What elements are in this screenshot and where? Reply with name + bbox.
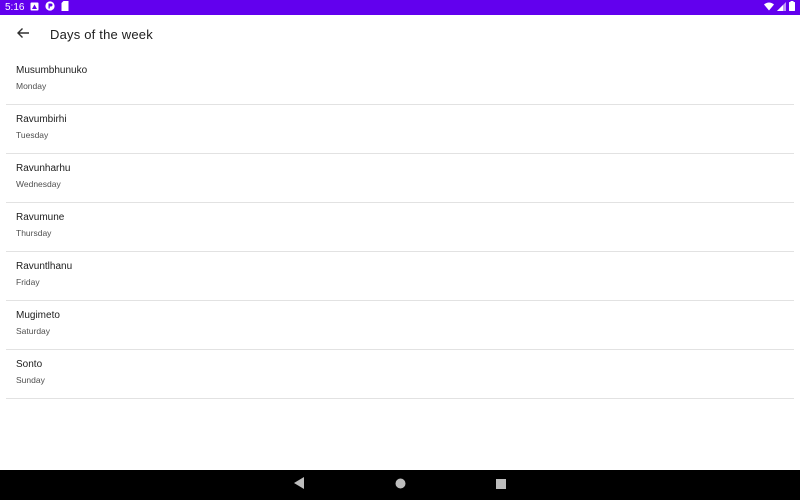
cell-signal-icon — [777, 1, 786, 14]
list-item-tuesday[interactable]: Ravumbirhi Tuesday — [6, 105, 794, 154]
list-item-sunday[interactable]: Sonto Sunday — [6, 350, 794, 399]
list-item-primary: Ravumbirhi — [16, 114, 67, 125]
list-item-primary: Mugimeto — [16, 310, 60, 321]
list-item-thursday[interactable]: Ravumune Thursday — [6, 203, 794, 252]
list-item-secondary: Sunday — [16, 375, 45, 385]
list-item-secondary: Wednesday — [16, 179, 61, 189]
list-item-wednesday[interactable]: Ravunharhu Wednesday — [6, 154, 794, 203]
arrow-back-icon — [16, 26, 30, 45]
days-list: Musumbhunuko Monday Ravumbirhi Tuesday R… — [0, 56, 800, 399]
list-item-secondary: Monday — [16, 81, 47, 91]
status-left: 5:16 — [5, 1, 69, 14]
system-nav-bar — [0, 470, 800, 500]
list-item-secondary: Friday — [16, 277, 40, 287]
list-item-saturday[interactable]: Mugimeto Saturday — [6, 301, 794, 350]
recents-square-icon — [496, 476, 506, 494]
app-notification-icon — [45, 1, 56, 14]
list-item-friday[interactable]: Ravuntlhanu Friday — [6, 252, 794, 301]
nav-home-button[interactable] — [393, 478, 407, 492]
photo-notification-icon — [30, 2, 39, 14]
nav-back-button[interactable] — [292, 476, 306, 494]
status-time: 5:16 — [5, 2, 25, 13]
list-item-primary: Ravumune — [16, 212, 65, 223]
list-item-primary: Ravunharhu — [16, 163, 71, 174]
back-button[interactable] — [12, 24, 34, 46]
back-triangle-icon — [293, 476, 305, 494]
list-item-monday[interactable]: Musumbhunuko Monday — [6, 56, 794, 105]
nav-recents-button[interactable] — [494, 478, 508, 492]
battery-icon — [789, 1, 795, 14]
status-bar: 5:16 — [0, 0, 800, 15]
list-item-secondary: Tuesday — [16, 130, 49, 140]
list-item-secondary: Thursday — [16, 228, 52, 238]
list-item-primary: Ravuntlhanu — [16, 261, 73, 272]
list-item-primary: Sonto — [16, 359, 43, 370]
status-right — [764, 1, 795, 14]
wifi-icon — [764, 2, 774, 14]
list-item-secondary: Saturday — [16, 326, 51, 336]
list-item-primary: Musumbhunuko — [16, 65, 88, 76]
sd-card-icon — [61, 1, 69, 14]
home-circle-icon — [395, 476, 406, 494]
app-bar: Days of the week — [0, 15, 800, 55]
page-title: Days of the week — [50, 27, 153, 42]
